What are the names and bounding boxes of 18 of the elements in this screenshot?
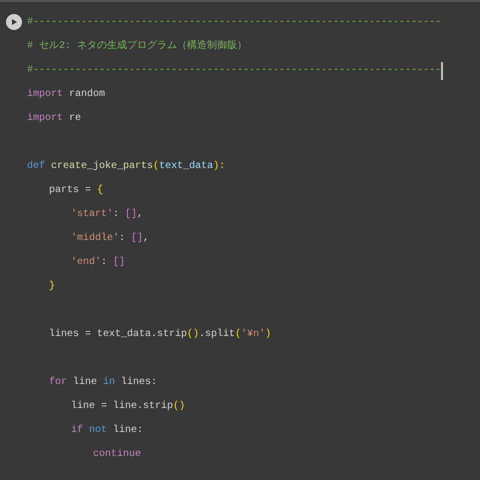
code-line: }: [49, 280, 56, 294]
code-line: if not line:: [71, 424, 144, 438]
code-line: continue: [93, 448, 142, 462]
run-button[interactable]: [6, 14, 22, 30]
code-line: 'end': []: [71, 256, 126, 270]
code-line: line = line.strip(): [71, 400, 186, 414]
code-line: # セル2: ネタの生成プログラム（構造制御版）: [27, 38, 248, 54]
play-icon: [10, 18, 18, 26]
code-line: for line in lines:: [49, 376, 158, 390]
code-line: parts = {: [49, 184, 104, 198]
code-line: #--------------------------------------------------------------------: [27, 16, 442, 30]
code-line: def create_joke_parts(text_data):: [27, 160, 226, 174]
code-line: 'middle': [],: [71, 232, 150, 246]
code-line: 'start': [],: [71, 208, 144, 222]
code-line: import random: [27, 88, 106, 102]
code-line: #--------------------------------------------------------------------: [27, 64, 442, 78]
code-line: lines = text_data.strip().split('¥n'): [49, 328, 272, 342]
code-line: import re: [27, 112, 82, 126]
